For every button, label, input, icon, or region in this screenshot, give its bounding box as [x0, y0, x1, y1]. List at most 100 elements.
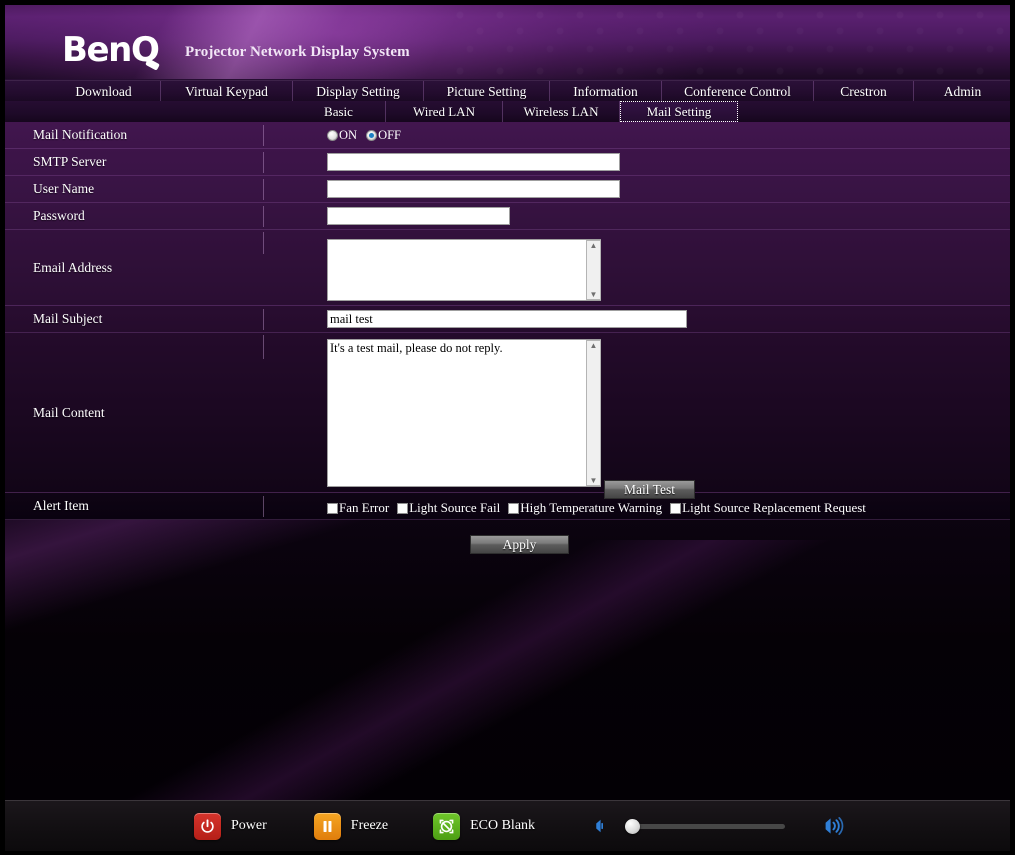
mail-test-button-label: Mail Test [624, 481, 675, 497]
benq-logo: BenQ [62, 33, 160, 67]
tab-virtual-keypad[interactable]: Virtual Keypad [161, 81, 293, 103]
radio-mail-notification-on[interactable] [327, 130, 338, 141]
tab-download-label: Download [75, 84, 132, 99]
tab-admin-label: Admin [943, 84, 982, 99]
header-texture [450, 5, 1010, 79]
sub-navigation: Basic Wired LAN Wireless LAN Mail Settin… [5, 101, 1010, 122]
checkbox-light-source-fail[interactable] [397, 502, 409, 514]
row-divider [263, 125, 264, 146]
tab-picture-setting-label: Picture Setting [446, 84, 527, 99]
checkbox-light-source-replacement-request[interactable] [670, 502, 682, 514]
power-button[interactable]: Power [194, 812, 267, 840]
tab-information[interactable]: Information [550, 81, 662, 103]
freeze-label: Freeze [350, 818, 389, 833]
tab-virtual-keypad-label: Virtual Keypad [185, 84, 268, 99]
tab-display-setting-label: Display Setting [316, 84, 400, 99]
row-divider [263, 206, 264, 227]
subtab-wired-lan-label: Wired LAN [413, 103, 475, 119]
window-frame-bottom [0, 851, 1015, 855]
subtab-wired-lan[interactable]: Wired LAN [386, 101, 503, 122]
mail-notification-radio-group: ON OFF [327, 128, 410, 143]
row-divider [263, 335, 264, 359]
benq-projector-web-ui: BenQ Projector Network Display System Do… [0, 0, 1015, 855]
mail-subject-input[interactable] [327, 310, 687, 328]
row-divider [263, 179, 264, 200]
header-subtitle: Projector Network Display System [185, 44, 410, 60]
apply-button-label: Apply [502, 536, 537, 552]
email-address-textarea[interactable] [327, 239, 601, 301]
scroll-up-icon: ▲ [589, 241, 598, 250]
volume-down-button[interactable] [591, 816, 611, 836]
subtab-basic[interactable]: Basic [292, 101, 386, 122]
subtab-wireless-lan[interactable]: Wireless LAN [503, 101, 620, 122]
page-header: BenQ Projector Network Display System [5, 5, 1010, 79]
radio-mail-notification-off[interactable] [366, 130, 378, 141]
subtab-wireless-lan-label: Wireless LAN [523, 103, 599, 119]
tab-download[interactable]: Download [47, 81, 161, 103]
checkbox-high-temperature-warning[interactable] [508, 502, 520, 514]
scroll-down-icon: ▼ [589, 290, 598, 299]
tab-picture-setting[interactable]: Picture Setting [424, 81, 550, 103]
subtab-mail-setting[interactable]: Mail Setting [620, 101, 738, 122]
row-divider [263, 309, 264, 330]
label-user-name: User Name [33, 181, 95, 196]
scroll-up-icon: ▲ [589, 341, 598, 350]
checkbox-light-source-replacement-request-label: Light Source Replacement Request [682, 500, 866, 515]
subtab-mail-setting-label: Mail Setting [646, 103, 712, 119]
window-frame-left [0, 0, 5, 855]
checkbox-high-temperature-warning-label: High Temperature Warning [520, 500, 663, 515]
window-frame-right [1010, 0, 1015, 855]
row-password: Password [5, 203, 1010, 230]
label-mail-subject: Mail Subject [33, 311, 103, 326]
eco-blank-label: ECO Blank [470, 818, 536, 833]
tab-admin[interactable]: Admin [914, 81, 1012, 103]
window-frame-top [0, 0, 1015, 5]
bottom-control-toolbar: Power Freeze ECO Blank [5, 800, 1010, 851]
volume-low-icon [596, 819, 604, 833]
tab-display-setting[interactable]: Display Setting [293, 81, 424, 103]
label-mail-notification: Mail Notification [33, 127, 128, 142]
row-divider [263, 496, 264, 517]
mail-content-textarea[interactable] [327, 339, 601, 487]
row-mail-content: Mail Content ▲ ▼ [5, 333, 1010, 493]
row-email-address: Email Address ▲ ▼ [5, 230, 1010, 306]
email-address-scrollbar[interactable]: ▲ ▼ [586, 240, 601, 300]
tab-conference-control[interactable]: Conference Control [662, 81, 814, 103]
label-alert-item: Alert Item [33, 498, 89, 513]
tab-information-label: Information [573, 84, 638, 99]
volume-slider[interactable] [625, 818, 786, 834]
label-email-address: Email Address [33, 259, 113, 275]
subtab-basic-label: Basic [324, 103, 353, 119]
volume-up-button[interactable] [820, 814, 844, 838]
tab-crestron[interactable]: Crestron [814, 81, 914, 103]
subnav-spacer [5, 101, 292, 122]
row-alert-item: Alert Item Fan Error Light Source Fail H… [5, 493, 1010, 520]
mail-test-button[interactable]: Mail Test [604, 480, 695, 499]
volume-slider-knob[interactable] [625, 818, 641, 834]
mail-content-scrollbar[interactable]: ▲ ▼ [586, 340, 601, 486]
power-icon [194, 812, 221, 840]
user-name-input[interactable] [327, 180, 620, 198]
row-mail-subject: Mail Subject [5, 306, 1010, 333]
alert-item-checkbox-group: Fan Error Light Source Fail High Tempera… [327, 500, 874, 516]
eco-blank-icon [433, 812, 461, 840]
mail-setting-form: Mail Notification ON OFF SMTP Server Use… [5, 122, 1010, 520]
checkbox-fan-error-label: Fan Error [339, 500, 390, 515]
freeze-button[interactable]: Freeze [313, 812, 389, 840]
password-input[interactable] [327, 207, 510, 225]
smtp-server-input[interactable] [327, 153, 620, 171]
checkbox-fan-error[interactable] [327, 502, 338, 514]
row-mail-notification: Mail Notification ON OFF [5, 122, 1010, 149]
eco-blank-button[interactable]: ECO Blank [433, 812, 536, 840]
scroll-down-icon: ▼ [589, 476, 598, 485]
tab-crestron-label: Crestron [840, 84, 887, 99]
radio-on-label: ON [339, 128, 358, 142]
apply-button[interactable]: Apply [470, 535, 569, 554]
row-user-name: User Name [5, 176, 1010, 203]
row-divider [263, 152, 264, 173]
power-label: Power [231, 818, 267, 833]
label-smtp-server: SMTP Server [33, 154, 107, 169]
volume-high-icon [825, 817, 844, 835]
pause-icon [313, 812, 341, 840]
